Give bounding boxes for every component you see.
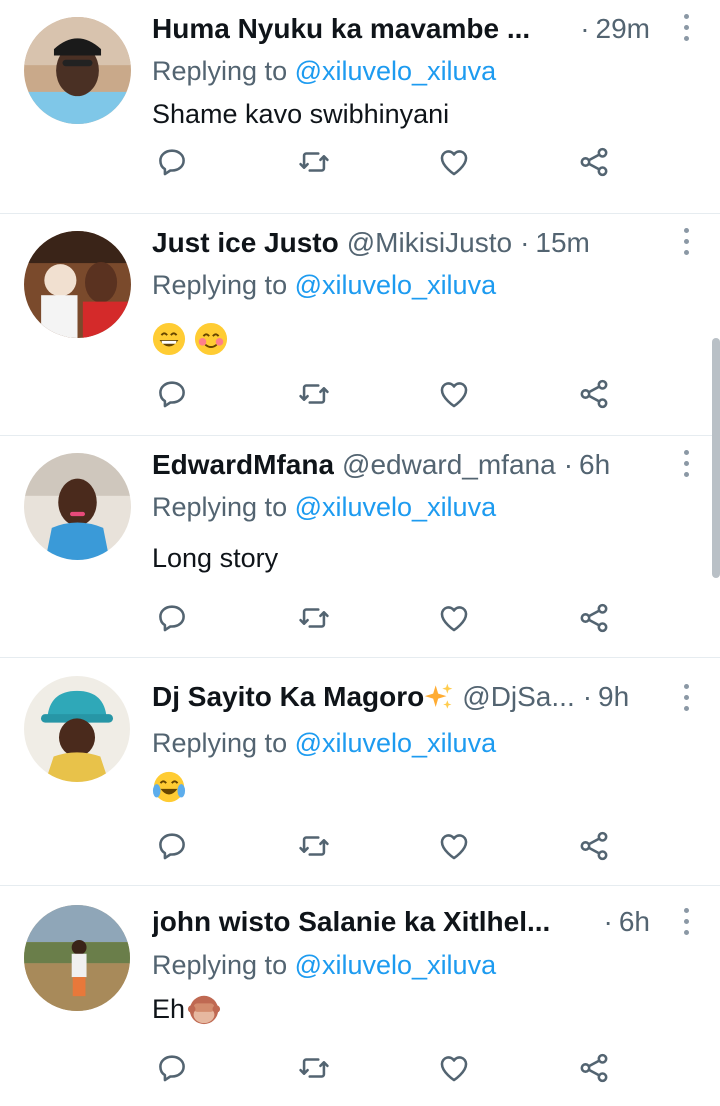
timestamp[interactable]: 15m [535, 227, 589, 259]
like-icon[interactable] [434, 142, 474, 182]
tweet-header: Just ice Justo @MikisiJusto · 15m [152, 226, 650, 260]
retweet-icon[interactable] [294, 826, 334, 866]
reply-mention-link[interactable]: @xiluvelo_xiluva [295, 492, 497, 522]
separator: · [520, 227, 530, 258]
scrollbar[interactable] [712, 338, 720, 578]
reply-mention-link[interactable]: @xiluvelo_xiluva [295, 56, 497, 86]
reply-mention-link[interactable]: @xiluvelo_xiluva [295, 950, 497, 980]
tweet-header: EdwardMfana @edward_mfana · 6h [152, 448, 650, 482]
share-icon[interactable] [574, 598, 614, 638]
replying-to-prefix: Replying to [152, 950, 295, 980]
reply-mention-link[interactable]: @xiluvelo_xiluva [295, 270, 497, 300]
face-with-tears-of-joy-icon [152, 771, 186, 803]
see-no-evil-monkey-icon [187, 995, 221, 1024]
username[interactable]: @DjSa... [462, 681, 574, 713]
replying-to: Replying to @xiluvelo_xiluva [152, 950, 496, 981]
timestamp[interactable]: 6h [579, 449, 610, 481]
display-name[interactable]: Huma Nyuku ka mavambe ... [152, 13, 530, 45]
avatar[interactable] [24, 676, 130, 782]
replying-to-prefix: Replying to [152, 56, 295, 86]
replying-to-prefix: Replying to [152, 728, 295, 758]
username[interactable]: @MikisiJusto [347, 227, 512, 259]
avatar[interactable] [24, 905, 130, 1011]
tweet-header: john wisto Salanie ka Xitlhel... · 6h [152, 905, 650, 939]
tweet-text: Long story [152, 543, 279, 573]
like-icon[interactable] [434, 1048, 474, 1088]
like-icon[interactable] [434, 826, 474, 866]
more-options-icon[interactable] [682, 228, 690, 258]
tweet-text [152, 322, 228, 356]
smiling-face-with-rosy-cheeks-icon [194, 322, 227, 356]
tweet-actions [0, 142, 720, 182]
replying-to: Replying to @xiluvelo_xiluva [152, 56, 496, 87]
timestamp[interactable]: 6h [619, 906, 650, 938]
replying-to-prefix: Replying to [152, 270, 295, 300]
more-options-icon[interactable] [682, 908, 690, 938]
separator: · [582, 681, 593, 712]
tweet-actions [0, 1048, 720, 1088]
retweet-icon[interactable] [294, 142, 334, 182]
tweet-3[interactable]: EdwardMfana @edward_mfana · 6h Replying … [0, 436, 720, 658]
replying-to: Replying to @xiluvelo_xiluva [152, 270, 496, 301]
share-icon[interactable] [574, 142, 614, 182]
tweet-actions [0, 598, 720, 638]
replying-to: Replying to @xiluvelo_xiluva [152, 492, 496, 523]
retweet-icon[interactable] [294, 374, 334, 414]
username[interactable]: @edward_mfana [342, 449, 556, 481]
avatar[interactable] [24, 231, 131, 338]
like-icon[interactable] [434, 374, 474, 414]
tweet-text-content: Eh [152, 994, 186, 1024]
share-icon[interactable] [574, 374, 614, 414]
display-name[interactable]: john wisto Salanie ka Xitlhel... [152, 906, 550, 938]
sparkles-icon [425, 683, 453, 709]
reply-icon[interactable] [152, 1048, 192, 1088]
retweet-icon[interactable] [294, 1048, 334, 1088]
more-options-icon[interactable] [682, 684, 690, 714]
tweet-text [152, 770, 186, 804]
avatar[interactable] [24, 17, 131, 124]
avatar[interactable] [24, 453, 131, 560]
separator: · [603, 906, 613, 937]
replying-to-prefix: Replying to [152, 492, 295, 522]
tweet-text: Shame kavo swibhinyani [152, 99, 450, 129]
separator: · [580, 13, 590, 44]
timestamp[interactable]: 29m [596, 13, 650, 45]
replying-to: Replying to @xiluvelo_xiluva [152, 728, 496, 759]
display-name[interactable]: EdwardMfana [152, 449, 334, 481]
share-icon[interactable] [574, 826, 614, 866]
display-name[interactable]: Just ice Justo [152, 227, 339, 259]
tweet-actions [0, 374, 720, 414]
retweet-icon[interactable] [294, 598, 334, 638]
reply-icon[interactable] [152, 598, 192, 638]
timestamp[interactable]: 9h [598, 681, 629, 713]
reply-icon[interactable] [152, 826, 192, 866]
display-name[interactable]: Dj Sayito Ka Magoro [152, 681, 424, 713]
tweet-1[interactable]: Huma Nyuku ka mavambe ... · 29m Replying… [0, 0, 720, 214]
tweet-header: Huma Nyuku ka mavambe ... · 29m [152, 12, 650, 46]
more-options-icon[interactable] [682, 14, 690, 44]
tweet-4[interactable]: Dj Sayito Ka Magoro @DjSa... · 9h Replyi… [0, 658, 720, 886]
tweet-5[interactable]: john wisto Salanie ka Xitlhel... · 6h Re… [0, 886, 720, 1106]
separator: · [563, 449, 574, 480]
like-icon[interactable] [434, 598, 474, 638]
grinning-face-with-smiling-eyes-icon [152, 322, 186, 356]
reply-icon[interactable] [152, 374, 192, 414]
tweet-text: Eh [152, 994, 221, 1026]
share-icon[interactable] [574, 1048, 614, 1088]
tweet-header: Dj Sayito Ka Magoro @DjSa... · 9h [152, 680, 650, 714]
tweet-2[interactable]: Just ice Justo @MikisiJusto · 15m Replyi… [0, 214, 720, 436]
tweet-actions [0, 826, 720, 866]
reply-icon[interactable] [152, 142, 192, 182]
more-options-icon[interactable] [682, 450, 690, 480]
reply-mention-link[interactable]: @xiluvelo_xiluva [295, 728, 497, 758]
